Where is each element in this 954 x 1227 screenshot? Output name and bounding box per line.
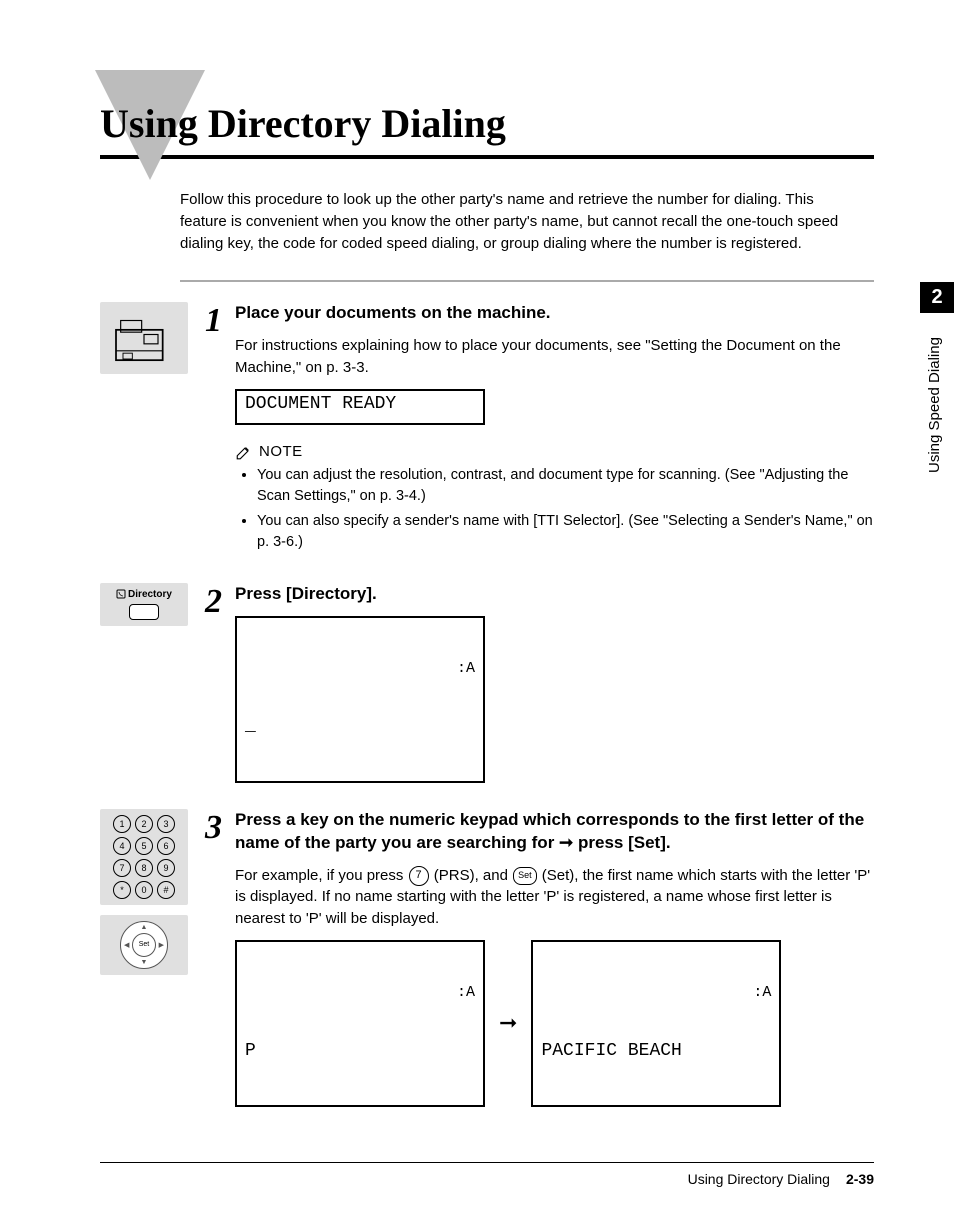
dpad-set-center: Set xyxy=(132,933,156,957)
lcd-p-bottom: P xyxy=(245,1042,475,1062)
step-3-heading: Press a key on the numeric keypad which … xyxy=(235,809,874,855)
keypad-key-2: 2 xyxy=(135,815,153,833)
step-2-icon-column: Directory xyxy=(100,583,205,626)
lcd-display-blank: :A _ xyxy=(235,616,485,783)
step-3-para-mid1: (PRS), and xyxy=(430,867,513,884)
step-3-heading-arrow: ➞ xyxy=(559,833,573,852)
title-rule xyxy=(100,155,874,159)
lcd-row: :A P ➞ :A PACIFIC BEACH xyxy=(235,940,874,1107)
section-title: Using Directory Dialing xyxy=(100,100,874,147)
lcd-result-bottom: PACIFIC BEACH xyxy=(541,1042,771,1062)
section-title-block: Using Directory Dialing xyxy=(100,100,874,147)
step-3-para-pre: For example, if you press xyxy=(235,867,408,884)
lcd-arrow-icon: ➞ xyxy=(499,1010,517,1036)
step-2-number: 2 xyxy=(205,583,235,619)
step-2-heading: Press [Directory]. xyxy=(235,583,874,606)
step-2: Directory 2 Press [Directory]. :A _ xyxy=(100,583,874,783)
step-3-heading-post: press [Set]. xyxy=(573,833,670,852)
note-heading: NOTE xyxy=(235,443,874,461)
note-item-2: You can also specify a sender's name wit… xyxy=(257,511,874,553)
keypad-key-4: 4 xyxy=(113,837,131,855)
directory-label-text: Directory xyxy=(128,589,172,600)
step-1-heading: Place your documents on the machine. xyxy=(235,302,874,325)
step-3: 1 2 3 4 5 6 7 8 9 * 0 # ▲ ▼ xyxy=(100,809,874,1107)
numeric-keypad-icon: 1 2 3 4 5 6 7 8 9 * 0 # xyxy=(100,809,188,905)
sub-rule xyxy=(180,280,874,282)
lcd-bottom-line: _ xyxy=(245,717,475,737)
chapter-number: 2 xyxy=(920,282,954,313)
lcd-display-result: :A PACIFIC BEACH xyxy=(531,940,781,1107)
manual-page: Using Directory Dialing Follow this proc… xyxy=(0,0,954,1227)
lcd-display-document-ready: DOCUMENT READY xyxy=(235,389,485,425)
pencil-icon xyxy=(235,443,253,461)
dpad-up-icon: ▲ xyxy=(141,924,148,931)
lcd-top-line: :A xyxy=(245,661,475,678)
dpad-right-icon: ▶ xyxy=(159,941,164,949)
footer-page-number: 2-39 xyxy=(846,1171,874,1187)
page-footer: Using Directory Dialing 2-39 xyxy=(100,1162,874,1187)
note-list: You can adjust the resolution, contrast,… xyxy=(235,465,874,553)
step-3-heading-pre: Press a key on the numeric keypad which … xyxy=(235,810,864,852)
directory-icon-label: Directory xyxy=(116,589,172,600)
chapter-label: Using Speed Dialing xyxy=(920,313,949,483)
dpad-outer: ▲ ▼ ◀ ▶ Set xyxy=(120,921,168,969)
inline-key-7-icon: 7 xyxy=(409,866,429,886)
chapter-side-tab: 2 Using Speed Dialing xyxy=(920,282,954,483)
footer-title: Using Directory Dialing xyxy=(688,1171,830,1187)
intro-paragraph: Follow this procedure to look up the oth… xyxy=(180,189,864,254)
step-1-body: Place your documents on the machine. For… xyxy=(235,302,874,557)
keypad-key-6: 6 xyxy=(157,837,175,855)
lcd-p-top: :A xyxy=(245,985,475,1002)
step-3-number: 3 xyxy=(205,809,235,845)
step-1: 1 Place your documents on the machine. F… xyxy=(100,302,874,557)
keypad-key-hash: # xyxy=(157,881,175,899)
step-3-body: Press a key on the numeric keypad which … xyxy=(235,809,874,1107)
step-3-paragraph: For example, if you press 7 (PRS), and S… xyxy=(235,865,874,930)
dpad-down-icon: ▼ xyxy=(141,959,148,966)
step-2-body: Press [Directory]. :A _ xyxy=(235,583,874,783)
inline-set-key-icon: Set xyxy=(513,867,537,885)
keypad-key-1: 1 xyxy=(113,815,131,833)
directory-button-icon: Directory xyxy=(100,583,188,626)
fax-machine-icon xyxy=(100,302,188,374)
note-label: NOTE xyxy=(259,443,303,460)
note-block: NOTE You can adjust the resolution, cont… xyxy=(235,443,874,553)
directory-button-shape xyxy=(129,604,159,620)
step-1-icon-column xyxy=(100,302,205,374)
dpad-left-icon: ◀ xyxy=(124,941,129,949)
keypad-key-0: 0 xyxy=(135,881,153,899)
step-1-paragraph: For instructions explaining how to place… xyxy=(235,335,874,379)
lcd-result-top: :A xyxy=(541,985,771,1002)
keypad-key-5: 5 xyxy=(135,837,153,855)
phone-book-icon xyxy=(116,589,126,599)
keypad-grid: 1 2 3 4 5 6 7 8 9 * 0 # xyxy=(113,815,175,899)
lcd-display-p: :A P xyxy=(235,940,485,1107)
keypad-key-8: 8 xyxy=(135,859,153,877)
set-dpad-icon: ▲ ▼ ◀ ▶ Set xyxy=(100,915,188,975)
keypad-key-3: 3 xyxy=(157,815,175,833)
keypad-key-7: 7 xyxy=(113,859,131,877)
keypad-key-9: 9 xyxy=(157,859,175,877)
step-3-icon-column: 1 2 3 4 5 6 7 8 9 * 0 # ▲ ▼ xyxy=(100,809,205,975)
note-item-1: You can adjust the resolution, contrast,… xyxy=(257,465,874,507)
step-1-number: 1 xyxy=(205,302,235,338)
keypad-key-star: * xyxy=(113,881,131,899)
